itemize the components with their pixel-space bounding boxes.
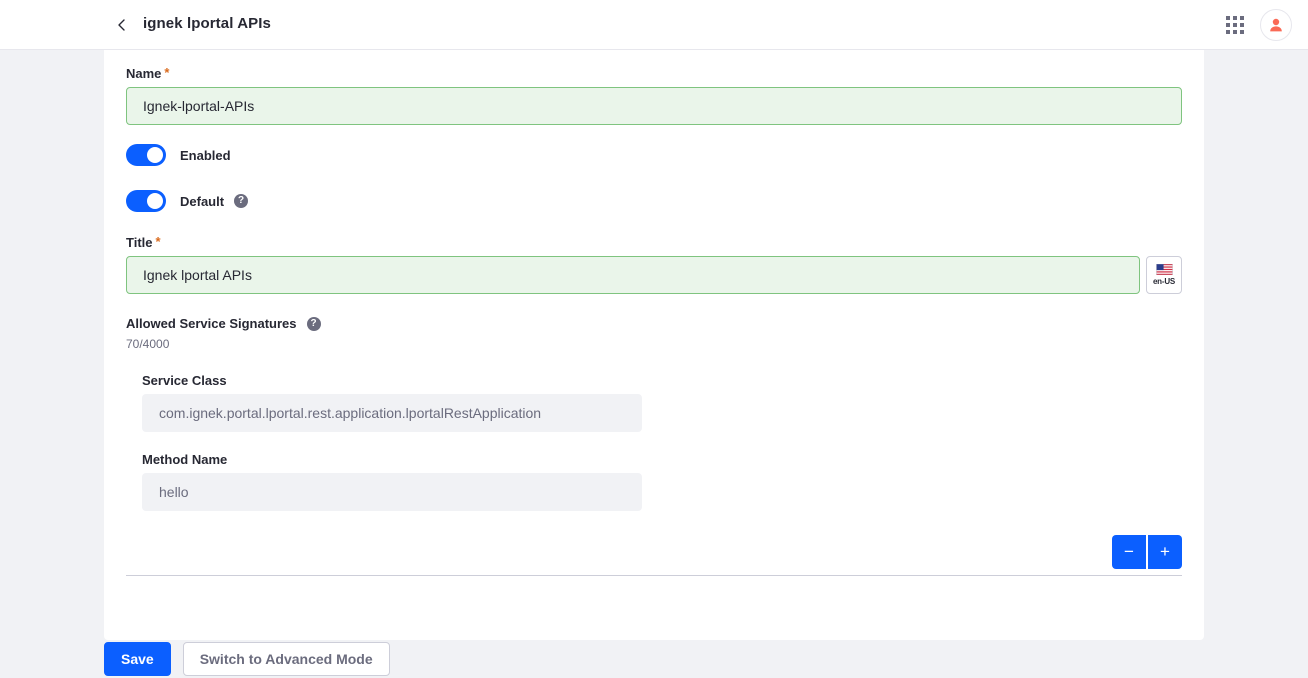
title-input[interactable] xyxy=(126,256,1140,294)
form-content: Name * Enabled Default ? Title * xyxy=(126,66,1182,511)
required-asterisk: * xyxy=(155,234,161,249)
grid-cell xyxy=(1226,16,1230,20)
name-label-text: Name xyxy=(126,66,162,81)
grid-cell xyxy=(1233,30,1237,34)
enabled-toggle-row: Enabled xyxy=(126,142,1182,168)
title-label: Title * xyxy=(126,235,1182,250)
top-navigation-bar: ignek lportal APIs xyxy=(0,0,1308,50)
question-circle-icon[interactable]: ? xyxy=(306,316,321,331)
field-title: Title * en-US xyxy=(126,235,1182,294)
enabled-toggle[interactable] xyxy=(126,144,166,166)
avatar[interactable] xyxy=(1260,9,1292,41)
language-selector-button[interactable]: en-US xyxy=(1146,256,1182,294)
grid-apps-icon[interactable] xyxy=(1224,14,1246,36)
signature-stepper: − + xyxy=(1112,535,1182,569)
default-label: Default xyxy=(180,193,225,209)
field-method-name: Method Name xyxy=(142,452,1182,511)
form-footer: Save Switch to Advanced Mode xyxy=(104,642,390,676)
required-asterisk: * xyxy=(164,65,170,80)
back-button[interactable] xyxy=(108,11,136,39)
page-title: ignek lportal APIs xyxy=(143,15,271,32)
grid-cell xyxy=(1233,23,1237,27)
allowed-service-signatures-label: Allowed Service Signatures ? xyxy=(126,316,1182,331)
name-input[interactable] xyxy=(126,87,1182,125)
grid-cell xyxy=(1233,16,1237,20)
save-button[interactable]: Save xyxy=(104,642,171,676)
switch-to-advanced-mode-button[interactable]: Switch to Advanced Mode xyxy=(182,642,390,676)
grid-cell xyxy=(1240,30,1244,34)
service-class-label: Service Class xyxy=(142,373,227,388)
field-service-class: Service Class xyxy=(142,373,1182,432)
default-toggle[interactable] xyxy=(126,190,166,212)
top-bar-actions xyxy=(1224,0,1292,50)
form-card: Name * Enabled Default ? Title * xyxy=(104,50,1204,640)
language-code-label: en-US xyxy=(1152,277,1176,286)
allowed-service-signatures-label-text: Allowed Service Signatures xyxy=(126,316,297,331)
question-circle-icon[interactable]: ? xyxy=(234,194,249,208)
grid-cell xyxy=(1240,23,1244,27)
chevron-left-icon xyxy=(118,19,125,31)
grid-cell xyxy=(1226,30,1230,34)
title-label-text: Title xyxy=(126,235,153,250)
user-avatar-icon xyxy=(1270,18,1282,32)
us-flag-icon xyxy=(1155,264,1173,275)
service-class-input[interactable] xyxy=(142,394,642,432)
default-toggle-row: Default ? xyxy=(126,188,1182,214)
enabled-label: Enabled xyxy=(180,147,231,163)
toggle-knob xyxy=(147,193,163,209)
remove-signature-button[interactable]: − xyxy=(1112,535,1146,569)
method-name-input[interactable] xyxy=(142,473,642,511)
grid-cell xyxy=(1240,16,1244,20)
add-signature-button[interactable]: + xyxy=(1148,535,1182,569)
section-divider xyxy=(126,575,1182,576)
title-input-row: en-US xyxy=(126,256,1182,294)
grid-cell xyxy=(1226,23,1230,27)
name-label: Name * xyxy=(126,66,1182,81)
field-name: Name * xyxy=(126,66,1182,125)
allowed-service-signatures-section: Allowed Service Signatures ? 70/4000 Ser… xyxy=(126,316,1182,511)
method-name-label: Method Name xyxy=(142,452,228,467)
signature-entry: Service Class Method Name xyxy=(142,373,1182,511)
signature-counter: 70/4000 xyxy=(126,337,170,351)
toggle-knob xyxy=(147,147,163,163)
